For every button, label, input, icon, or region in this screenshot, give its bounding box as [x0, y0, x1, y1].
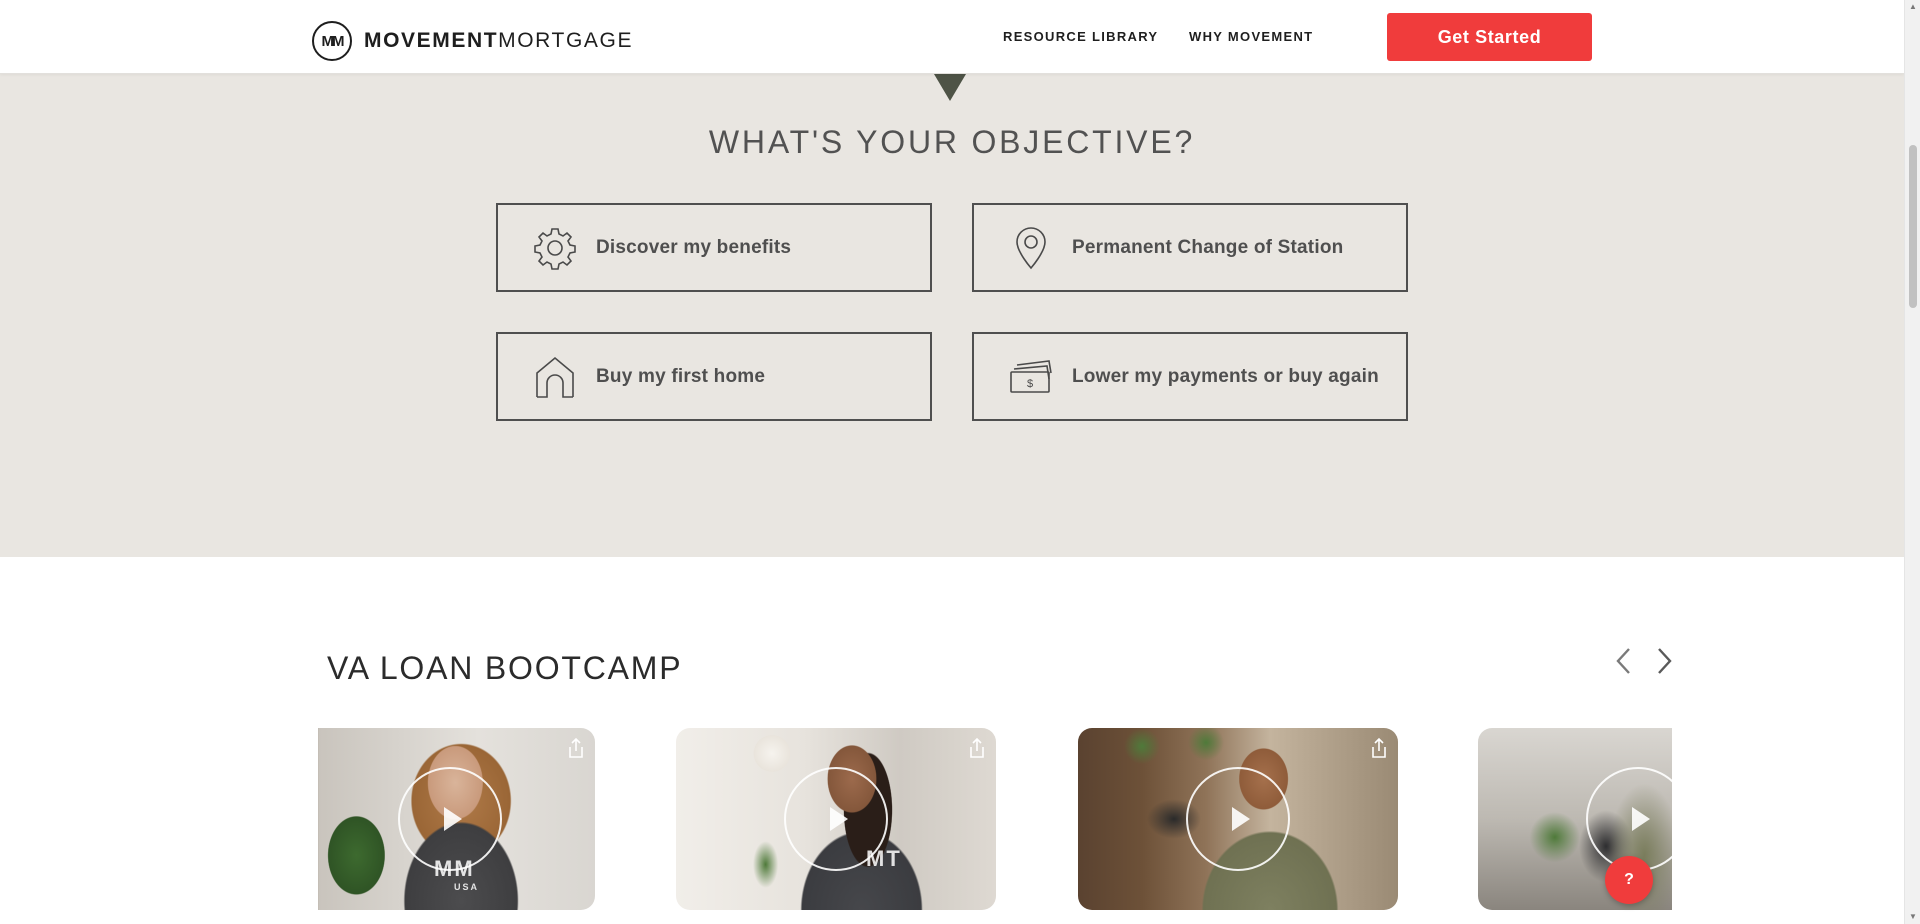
option-label: Permanent Change of Station	[1072, 236, 1344, 258]
video-card[interactable]	[1078, 728, 1398, 910]
option-label: Buy my first home	[596, 365, 766, 387]
video-card[interactable]: MM USA	[318, 728, 595, 910]
play-icon	[443, 807, 462, 831]
nav-resource-library[interactable]: RESOURCE LIBRARY	[1003, 29, 1158, 44]
carousel-next-button[interactable]	[1652, 645, 1676, 677]
logo-text-bold: MOVEMENT	[364, 29, 499, 52]
logo[interactable]: MM MOVEMENTMORTGAGE	[312, 21, 633, 61]
section-pointer	[934, 74, 966, 101]
site-header: MM MOVEMENTMORTGAGE RESOURCE LIBRARY WHY…	[0, 0, 1904, 74]
chevron-left-icon	[1616, 648, 1630, 674]
gear-icon	[532, 225, 578, 271]
map-pin-icon	[1008, 225, 1054, 271]
option-label: Lower my payments or buy again	[1072, 365, 1379, 387]
get-started-button[interactable]: Get Started	[1387, 13, 1592, 61]
scroll-up-icon[interactable]: ▲	[1909, 2, 1917, 11]
page-scrollbar[interactable]: ▲ ▼	[1904, 0, 1920, 924]
video-card[interactable]: MT	[676, 728, 996, 910]
objective-discover-benefits-button[interactable]: Discover my benefits	[496, 203, 932, 292]
house-icon	[532, 354, 578, 400]
play-icon	[1232, 807, 1250, 831]
play-icon	[1632, 807, 1650, 831]
objective-pcs-button[interactable]: Permanent Change of Station	[972, 203, 1408, 292]
objective-lower-payments-button[interactable]: $ Lower my payments or buy again	[972, 332, 1408, 421]
video-carousel: MM USA MT	[318, 728, 1672, 924]
share-icon[interactable]	[967, 737, 987, 759]
scroll-down-icon[interactable]: ▼	[1909, 912, 1917, 921]
logo-text: MOVEMENTMORTGAGE	[364, 29, 633, 53]
scroll-thumb[interactable]	[1909, 145, 1917, 308]
carousel-prev-button[interactable]	[1612, 645, 1636, 677]
help-button[interactable]: ?	[1605, 856, 1653, 904]
money-icon: $	[1008, 354, 1054, 400]
play-icon	[830, 807, 848, 831]
option-label: Discover my benefits	[596, 236, 792, 258]
objective-title: WHAT'S YOUR OBJECTIVE?	[708, 124, 1196, 160]
chevron-right-icon	[1658, 648, 1672, 674]
logo-text-light: MORTGAGE	[498, 29, 634, 52]
svg-text:$: $	[1027, 378, 1033, 390]
share-icon[interactable]	[1369, 737, 1389, 759]
bootcamp-title: VA LOAN BOOTCAMP	[327, 650, 683, 686]
nav-why-movement[interactable]: WHY MOVEMENT	[1189, 29, 1313, 44]
objective-section: WHAT'S YOUR OBJECTIVE? Discover my benef…	[0, 0, 1904, 557]
share-icon[interactable]	[566, 737, 586, 759]
objective-first-home-button[interactable]: Buy my first home	[496, 332, 932, 421]
logo-mark: MM	[312, 21, 352, 61]
shirt-sub-text: USA	[454, 882, 480, 892]
